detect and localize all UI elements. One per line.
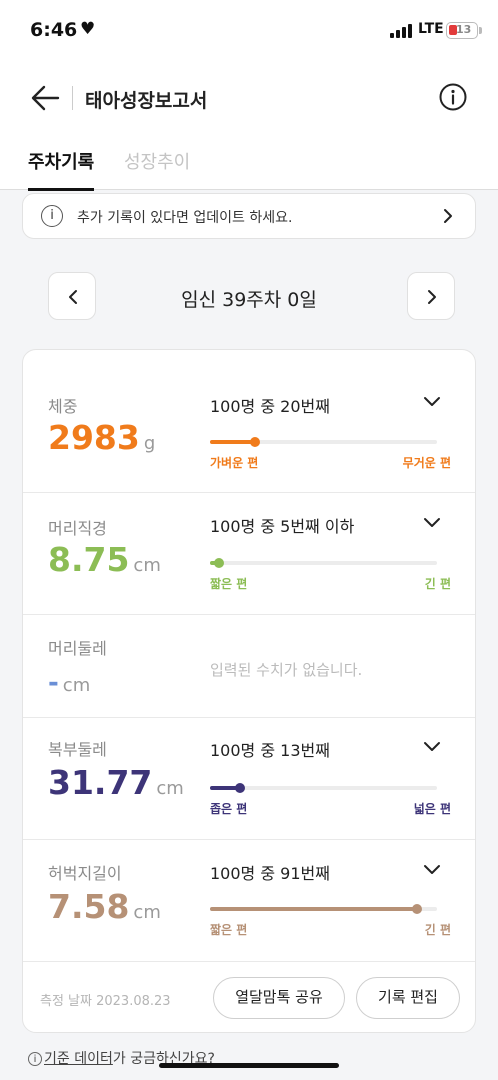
femur-length-scale-left: 짧은 편 [210,923,248,937]
battery-icon: 13 [446,22,478,39]
card-footer: 측정 날짜 2023.08.23 열달맘톡 공유 기록 편집 [23,962,475,1032]
head-diameter-scale-left: 짧은 편 [210,577,248,591]
femur-length-bar-fill [210,907,417,911]
head-diameter-bar-marker [214,558,225,568]
network-label: LTE [418,21,444,37]
empty-value-message: 입력된 수치가 없습니다. [210,661,363,679]
battery-level: 13 [456,23,472,36]
weight-rank: 100명 중 20번째 [210,397,330,416]
head-diameter-unit: cm [133,555,161,576]
femur-length-percentile-bar [210,904,437,914]
femur-length-rank: 100명 중 91번째 [210,864,330,883]
head-diameter-scale-right: 긴 편 [424,577,451,591]
page-title: 태아성장보고서 [85,90,208,112]
measurement-card: 체중 2983 g 100명 중 20번째 가벼운 편 무거운 편 머리직경 8.… [22,349,476,1033]
week-navigator: 임신 39주차 0일 [0,272,498,320]
info-icon [439,83,467,111]
abdominal-circumference-label: 복부둘레 [48,740,107,759]
head-diameter-row: 머리직경 8.75 cm 100명 중 5번째 이하 짧은 편 긴 편 [23,493,475,615]
weight-scale-left: 가벼운 편 [210,456,259,470]
head-circumference-unit: cm [62,675,91,696]
weight-unit: g [143,433,156,454]
header-divider [72,86,73,110]
weight-percentile-bar [210,437,437,447]
abdominal-circumference-number: 31.77 [48,763,153,802]
femur-length-value: 7.58 cm [48,887,161,926]
header: 태아성장보고서 [0,60,498,136]
head-diameter-value: 8.75 cm [48,540,161,579]
info-button[interactable] [438,82,468,112]
chevron-down-icon[interactable] [423,864,441,876]
head-circumference-number: - [48,668,59,698]
signal-icon [390,24,412,38]
tab-bar: 주차기록 성장추이 [0,136,498,191]
femur-length-unit: cm [133,902,161,923]
tab-growth-trend[interactable]: 성장추이 [124,148,190,188]
head-diameter-label: 머리직경 [48,519,107,538]
femur-length-scale-right: 긴 편 [424,923,451,937]
abdominal-circumference-row: 복부둘레 31.77 cm 100명 중 13번째 좁은 편 넓은 편 [23,718,475,840]
head-circumference-label: 머리둘레 [48,639,107,658]
weight-number: 2983 [48,418,140,457]
head-circumference-value: - cm [48,668,90,698]
abdominal-circumference-percentile-bar [210,783,437,793]
chevron-down-icon[interactable] [423,517,441,529]
share-button[interactable]: 열달맘톡 공유 [213,977,345,1019]
weight-row: 체중 2983 g 100명 중 20번째 가벼운 편 무거운 편 [23,350,475,493]
weight-bar-marker [250,437,261,447]
info-icon: i [28,1052,42,1066]
update-notice[interactable]: i 추가 기록이 있다면 업데이트 하세요. [22,193,476,239]
edit-record-button[interactable]: 기록 편집 [356,977,460,1019]
next-week-button[interactable] [407,272,455,320]
femur-length-row: 허벅지길이 7.58 cm 100명 중 91번째 짧은 편 긴 편 [23,840,475,962]
home-indicator [159,1063,339,1068]
chevron-down-icon[interactable] [423,741,441,753]
reference-data-link-text: 기준 데이터 [44,1051,113,1067]
tab-weekly-record[interactable]: 주차기록 [28,148,95,191]
measure-date: 측정 날짜 2023.08.23 [40,994,171,1009]
abdominal-circumference-rank: 100명 중 13번째 [210,741,330,760]
chevron-down-icon[interactable] [423,396,441,408]
head-diameter-percentile-bar [210,558,437,568]
head-diameter-rank: 100명 중 5번째 이하 [210,517,355,536]
info-icon: i [41,205,63,227]
chevron-right-icon [428,290,436,304]
notice-text: 추가 기록이 있다면 업데이트 하세요. [77,210,293,226]
abdominal-circumference-unit: cm [156,778,184,799]
weight-bar-fill [210,440,256,444]
femur-length-number: 7.58 [48,887,130,926]
abdominal-circumference-scale-left: 좁은 편 [210,802,248,816]
head-circumference-row: 머리둘레 - cm 입력된 수치가 없습니다. [23,615,475,718]
head-diameter-number: 8.75 [48,540,130,579]
abdominal-circumference-bar-marker [234,783,245,793]
chevron-right-icon [444,209,452,223]
status-bar: 6:46 ♥ LTE 13 [0,0,498,60]
heart-icon: ♥ [80,19,96,39]
back-button[interactable] [30,82,62,114]
weight-scale-right: 무거운 편 [402,456,451,470]
femur-length-label: 허벅지길이 [48,864,122,883]
abdominal-circumference-scale-right: 넓은 편 [413,802,451,816]
abdominal-circumference-value: 31.77 cm [48,763,184,802]
femur-length-bar-marker [411,904,422,914]
arrow-left-icon [31,85,60,111]
weight-value: 2983 g [48,418,155,457]
status-time: 6:46 [30,19,78,41]
weight-label: 체중 [48,397,78,416]
